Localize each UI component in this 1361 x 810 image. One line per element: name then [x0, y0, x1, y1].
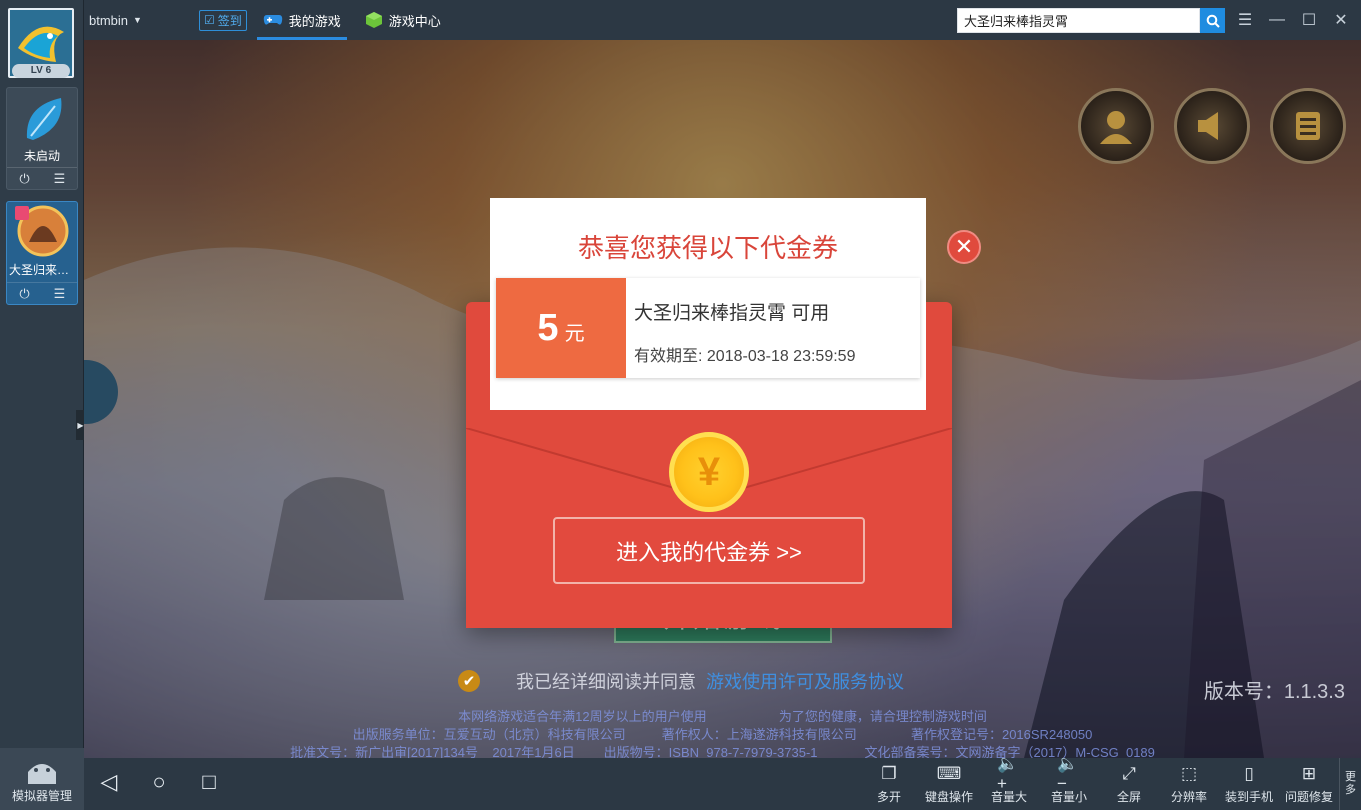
tool-volume-down[interactable]: 🔈− 音量小 — [1039, 754, 1099, 810]
tool-label: 全屏 — [1116, 790, 1141, 804]
sidebar-item-label: 大圣归来棒... — [9, 263, 77, 277]
cube-icon — [365, 12, 382, 28]
tool-label: 问题修复 — [1284, 790, 1333, 804]
menu-icon[interactable]: ☰ — [42, 168, 77, 189]
signin-label: 签到 — [217, 13, 242, 28]
fullscreen-icon: ⤢ — [1122, 764, 1136, 783]
bottom-bar: ◁ ○ □ ❐ 多开 ⌨ 键盘操作 🔈+ 音量大 🔈− 音量小 ⤢ 全屏 ⬚ 分… — [84, 754, 1361, 810]
tool-install-to-phone[interactable]: ▯ 装到手机 — [1219, 758, 1279, 810]
speaker-icon — [1198, 112, 1218, 140]
tool-label: 键盘操作 — [924, 790, 973, 804]
sidebar-item-idle-app[interactable]: 未启动 ⏻ ☰ — [6, 87, 78, 190]
home-icon[interactable]: ○ — [146, 769, 172, 795]
game-avatar-icon — [15, 205, 69, 257]
coupon-card: 5元 大圣归来棒指灵霄 可用 有效期至: 2018-03-18 23:59:59 — [496, 278, 920, 378]
keyboard-icon: ⌨ — [936, 764, 962, 783]
legal-line: 本网络游戏适合年满12周岁以上的用户使用 为了您的健康，请合理控制游戏时间 — [458, 709, 987, 724]
game-sound-button[interactable] — [1174, 88, 1250, 164]
legal-line: 批准文号：新广出审[2017]134号 2017年1月6日 出版物号：ISBN … — [290, 745, 1155, 758]
tool-label: 分辨率 — [1170, 790, 1207, 804]
left-sidebar: LV 6 未启动 ⏻ ☰ 大圣归来棒... ⏻ ☰ ▶ 模拟器管理 — [0, 0, 85, 810]
tool-volume-up[interactable]: 🔈+ 音量大 — [979, 754, 1039, 810]
game-account-button[interactable] — [1078, 88, 1154, 164]
power-icon[interactable]: ⏻ — [7, 168, 42, 189]
back-icon[interactable]: ◁ — [96, 769, 122, 795]
toolbar: ❐ 多开 ⌨ 键盘操作 🔈+ 音量大 🔈− 音量小 ⤢ 全屏 ⬚ 分辨率 ▯ 装… — [859, 754, 1361, 810]
search-input[interactable] — [957, 8, 1200, 33]
version-label: 版本号：1.1.3.3 — [1203, 681, 1345, 703]
signin-button[interactable]: ☑ 签到 — [198, 9, 247, 31]
calendar-check-icon: ☑ — [203, 13, 215, 27]
tab-game-center[interactable]: 游戏中心 — [359, 0, 447, 40]
search-icon — [1206, 14, 1220, 28]
menu-icon[interactable]: ☰ — [1233, 8, 1257, 32]
resolution-icon: ⬚ — [1180, 764, 1198, 783]
volume-down-icon: 🔈− — [1057, 754, 1079, 793]
sidebar-item-controls: ⏻ ☰ — [7, 282, 77, 304]
tab-my-games[interactable]: 我的游戏 — [256, 0, 347, 40]
minimize-icon[interactable]: — — [1265, 8, 1289, 32]
tool-fullscreen[interactable]: ⤢ 全屏 — [1099, 758, 1159, 810]
volume-up-icon: 🔈+ — [997, 754, 1019, 793]
list-icon — [1296, 112, 1320, 140]
tab-label: 我的游戏 — [288, 13, 341, 29]
close-icon[interactable]: ✕ — [1329, 8, 1353, 32]
maximize-icon[interactable]: ☐ — [1297, 8, 1321, 32]
sidebar-item-label: 未启动 — [23, 149, 60, 163]
coupon-validity: 有效期至: 2018-03-18 23:59:59 — [634, 348, 856, 365]
search-box — [957, 8, 1225, 33]
user-menu[interactable]: btmbin ▼ — [89, 13, 142, 28]
tool-label: 多开 — [876, 790, 901, 804]
sidebar-item-game[interactable]: 大圣归来棒... ⏻ ☰ — [6, 201, 78, 305]
voucher-letter: 恭喜您获得以下代金券 5元 大圣归来棒指灵霄 可用 有效期至: 2018-03-… — [490, 198, 926, 410]
agree-text: 我已经详细阅读并同意 — [516, 672, 696, 692]
tool-resolution[interactable]: ⬚ 分辨率 — [1159, 758, 1219, 810]
chevron-down-icon: ▼ — [133, 15, 142, 25]
agree-checkbox[interactable]: ✔ — [458, 670, 480, 692]
emulator-window: LV 6 未启动 ⏻ ☰ 大圣归来棒... ⏻ ☰ ▶ 模拟器管理 btmbin… — [0, 0, 1361, 810]
recent-apps-icon[interactable]: □ — [196, 769, 222, 795]
window-controls: ☰ — ☐ ✕ — [1233, 8, 1353, 32]
username: btmbin — [89, 12, 129, 28]
tool-keyboard[interactable]: ⌨ 键盘操作 — [919, 758, 979, 810]
gamepad-icon — [263, 15, 282, 25]
sidebar-item-controls: ⏻ ☰ — [7, 167, 77, 189]
android-icon — [28, 764, 56, 784]
coupon-amount: 5元 — [496, 278, 626, 378]
power-icon[interactable]: ⏻ — [7, 283, 42, 304]
tab-label: 游戏中心 — [388, 13, 441, 29]
tool-label: 音量小 — [1050, 790, 1087, 804]
coupon-amount-value: 5 — [537, 307, 559, 349]
search-button[interactable] — [1200, 8, 1225, 33]
agreement-link[interactable]: 游戏使用许可及服务协议 — [706, 668, 904, 694]
phone-icon: ▯ — [1244, 764, 1254, 783]
legal-line: 出版服务单位：互爱互动（北京）科技有限公司 著作权人：上海遂游科技有限公司 著作… — [352, 727, 1093, 742]
enter-my-vouchers-button[interactable]: 进入我的代金券 >> — [553, 517, 865, 584]
coupon-name: 大圣归来棒指灵霄 可用 — [634, 303, 830, 324]
android-nav-keys: ◁ ○ □ — [96, 769, 222, 795]
simulator-manager-button[interactable]: 模拟器管理 — [0, 748, 84, 810]
level-badge: LV 6 — [12, 64, 70, 78]
game-menu-button[interactable] — [1270, 88, 1346, 164]
repair-icon: ⊞ — [1301, 764, 1317, 783]
simulator-manager-label: 模拟器管理 — [11, 789, 72, 803]
agreement-row: ✔ 我已经详细阅读并同意 游戏使用许可及服务协议 — [458, 668, 904, 694]
modal-title: 恭喜您获得以下代金券 — [577, 233, 838, 263]
coupon-amount-unit: 元 — [564, 323, 585, 345]
tool-repair[interactable]: ⊞ 问题修复 — [1279, 758, 1339, 810]
top-bar: btmbin ▼ ☑ 签到 我的游戏 游戏中心 大圣归来棒指灵霄 ☰ — ☐ ✕ — [84, 0, 1361, 40]
tool-multi-open[interactable]: ❐ 多开 — [859, 758, 919, 810]
menu-icon[interactable]: ☰ — [42, 283, 77, 304]
yuan-coin-icon: ¥ — [669, 432, 749, 512]
leaf-icon — [26, 98, 62, 140]
multi-window-icon: ❐ — [881, 764, 897, 783]
more-button[interactable]: 更多 — [1339, 758, 1361, 810]
user-icon — [1100, 111, 1132, 144]
tool-label: 音量大 — [990, 790, 1027, 804]
tool-label: 装到手机 — [1224, 790, 1273, 804]
modal-close-icon[interactable]: ✕ — [947, 230, 981, 264]
